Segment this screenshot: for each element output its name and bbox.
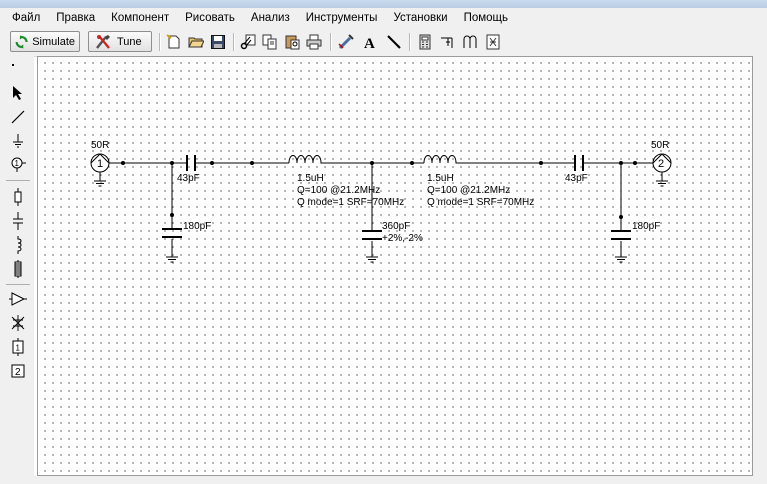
- transmission-element-icon[interactable]: [9, 260, 27, 278]
- print-icon[interactable]: [304, 32, 324, 52]
- port-2-number: 2: [658, 158, 664, 170]
- node-dot: [250, 161, 254, 165]
- menu-component[interactable]: Компонент: [103, 9, 177, 27]
- tune-tools-icon: [96, 34, 110, 49]
- wire-tool-icon[interactable]: [9, 108, 27, 126]
- capacitor-icon[interactable]: [9, 212, 27, 230]
- schematic-canvas[interactable]: 1 50R 43pF 180pF 1.5uH Q=100 @21.2MHz Q …: [37, 56, 753, 476]
- c-shunt-right-value: 180pF: [632, 221, 660, 232]
- l2-value: 1.5uH: [427, 173, 454, 184]
- ground-icon[interactable]: [9, 132, 27, 150]
- vertical-scrollbar[interactable]: [753, 56, 767, 484]
- c-shunt-mid-tolerance: +2%,-2%: [382, 233, 423, 244]
- refresh-icon: [15, 34, 28, 49]
- pen-draw-icon[interactable]: [384, 32, 404, 52]
- cut-icon[interactable]: [238, 32, 258, 52]
- copy-icon[interactable]: [260, 32, 280, 52]
- coupled-line-icon[interactable]: [460, 32, 480, 52]
- subckt-number: 1: [16, 344, 21, 353]
- svg-text:1: 1: [15, 159, 20, 168]
- resistor-icon[interactable]: [9, 188, 27, 206]
- port-number-text: 2: [15, 367, 21, 378]
- port-tool-icon[interactable]: 1: [9, 156, 27, 174]
- svg-text:A: A: [364, 36, 375, 50]
- menu-bar: Файл Правка Компонент Рисовать Анализ Ин…: [0, 8, 767, 28]
- smith-chart-icon[interactable]: [483, 32, 503, 52]
- palette-dot: [12, 64, 14, 66]
- menu-help[interactable]: Помощь: [456, 9, 516, 27]
- c-series-right-value: 43pF: [565, 173, 588, 184]
- open-folder-icon[interactable]: [186, 32, 206, 52]
- node-dot: [121, 161, 125, 165]
- capacitor-shunt-right[interactable]: 180pF: [611, 163, 660, 263]
- simulate-label: Simulate: [32, 35, 75, 48]
- calculator-icon[interactable]: [415, 32, 435, 52]
- c-series-left-value: 43pF: [177, 173, 200, 184]
- menu-analysis[interactable]: Анализ: [243, 9, 298, 27]
- palette-separator: [6, 284, 30, 285]
- node-dot: [210, 161, 214, 165]
- menu-edit[interactable]: Правка: [48, 9, 103, 27]
- l2-mode: Q mode=1 SRF=70MHz: [427, 197, 534, 208]
- circuit-schematic: 1 50R 43pF 180pF 1.5uH Q=100 @21.2MHz Q …: [90, 140, 672, 263]
- capacitor-series-left[interactable]: 43pF: [177, 155, 200, 184]
- node-dot: [539, 161, 543, 165]
- port-2-impedance: 50R: [651, 140, 669, 151]
- port-number-icon[interactable]: 2: [9, 362, 27, 380]
- c-shunt-mid-value: 360pF: [382, 221, 410, 232]
- text-tool-icon[interactable]: A: [360, 32, 380, 52]
- amplifier-icon[interactable]: [9, 290, 27, 308]
- toolbar-separator: [233, 33, 235, 51]
- menu-tools[interactable]: Инструменты: [298, 9, 386, 27]
- port-1-number: 1: [97, 158, 103, 170]
- l1-value: 1.5uH: [297, 173, 324, 184]
- edit-part-icon[interactable]: [336, 32, 356, 52]
- l2-q: Q=100 @21.2MHz: [427, 185, 510, 196]
- window-title-strip: [0, 0, 767, 8]
- l1-q: Q=100 @21.2MHz: [297, 185, 380, 196]
- transmission-line-icon[interactable]: [438, 32, 458, 52]
- select-arrow-icon[interactable]: [9, 84, 27, 102]
- save-disk-icon[interactable]: [208, 32, 228, 52]
- tune-label: Tune: [117, 35, 142, 48]
- menu-file[interactable]: Файл: [0, 9, 48, 27]
- port-1[interactable]: 1 50R: [90, 140, 110, 187]
- toolbar-separator: [409, 33, 411, 51]
- palette-separator: [6, 180, 30, 181]
- node-dot: [633, 161, 637, 165]
- toolbar: Simulate Tune A: [0, 28, 767, 57]
- port-2[interactable]: 2 50R: [645, 140, 672, 187]
- inductor-icon[interactable]: [9, 236, 27, 254]
- component-palette: 1 1 2: [0, 56, 34, 484]
- capacitor-series-right[interactable]: 43pF: [565, 155, 588, 184]
- port-1-impedance: 50R: [91, 140, 109, 151]
- menu-settings[interactable]: Установки: [385, 9, 455, 27]
- c-shunt-left-value: 180pF: [183, 221, 211, 232]
- tune-button[interactable]: Tune: [88, 31, 152, 52]
- new-file-icon[interactable]: [164, 32, 184, 52]
- node-dot: [410, 161, 414, 165]
- transformer-icon[interactable]: [9, 314, 27, 332]
- subcircuit-icon[interactable]: 1: [9, 338, 27, 356]
- paste-icon[interactable]: [282, 32, 302, 52]
- toolbar-separator: [330, 33, 332, 51]
- capacitor-shunt-mid[interactable]: 360pF +2%,-2%: [362, 163, 423, 263]
- simulate-button[interactable]: Simulate: [10, 31, 80, 52]
- horizontal-scrollbar[interactable]: [34, 476, 753, 484]
- menu-draw[interactable]: Рисовать: [177, 9, 243, 27]
- l1-mode: Q mode=1 SRF=70MHz: [297, 197, 404, 208]
- toolbar-separator: [159, 33, 161, 51]
